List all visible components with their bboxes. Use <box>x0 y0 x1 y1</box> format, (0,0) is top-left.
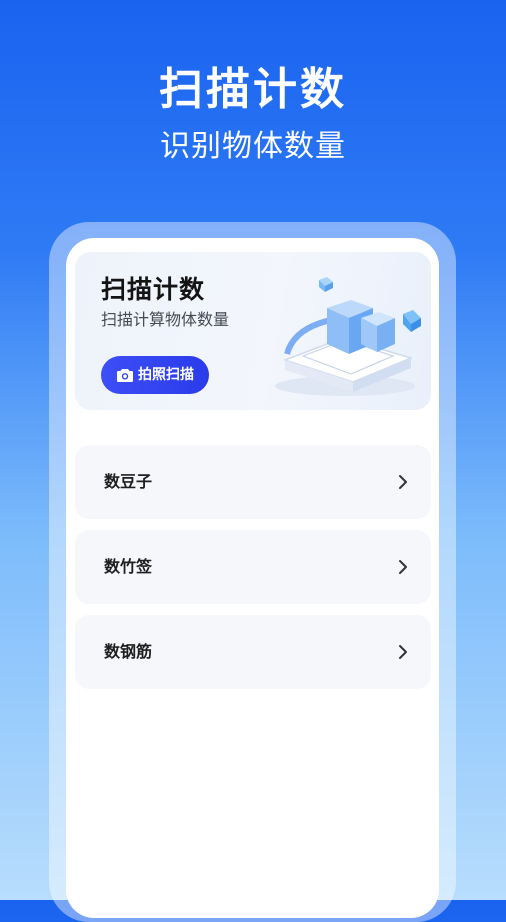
scan-illustration <box>275 277 421 396</box>
menu-item-label: 数竹签 <box>104 557 153 576</box>
app-screen: 扫描计数 扫描计算物体数量 拍照扫描 数豆子 数竹签 数钢筋 <box>66 238 439 918</box>
menu-item-label: 数豆子 <box>104 472 153 491</box>
hero-title: 扫描计数 <box>159 64 347 115</box>
chevron-right-icon <box>399 475 407 489</box>
hero-subtitle: 识别物体数量 <box>160 129 346 164</box>
menu-item-count-rebar[interactable]: 数钢筋 <box>75 615 431 689</box>
chevron-right-icon <box>399 560 407 574</box>
camera-icon <box>117 368 133 382</box>
menu-item-label: 数钢筋 <box>104 642 153 661</box>
photo-scan-label: 拍照扫描 <box>138 367 194 383</box>
photo-scan-button[interactable]: 拍照扫描 <box>101 356 209 394</box>
menu-item-count-beans[interactable]: 数豆子 <box>75 445 431 519</box>
menu-item-count-skewers[interactable]: 数竹签 <box>75 530 431 604</box>
scan-banner: 扫描计数 扫描计算物体数量 拍照扫描 <box>75 252 431 410</box>
banner-title: 扫描计数 <box>101 275 206 304</box>
banner-subtitle: 扫描计算物体数量 <box>101 310 230 329</box>
chevron-right-icon <box>399 645 407 659</box>
